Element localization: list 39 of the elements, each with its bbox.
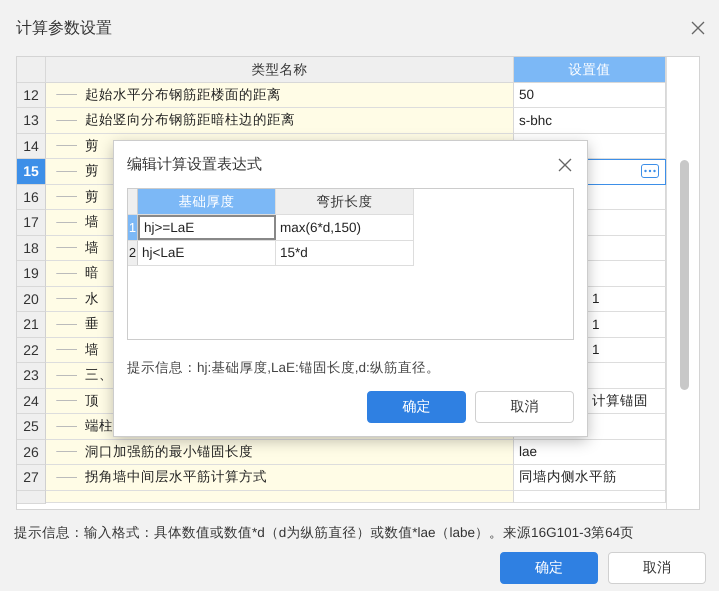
table-cell: 洞口加强筋的最小锚固长度: [46, 440, 514, 465]
close-icon[interactable]: [558, 158, 572, 172]
row-number: 24: [17, 388, 46, 414]
row-number: 13: [17, 108, 46, 134]
row-number: 2: [128, 240, 138, 265]
column-header[interactable]: 弯折长度: [276, 189, 414, 214]
table-cell: 拐角墙中间层水平筋计算方式: [46, 465, 514, 490]
row-number: 16: [17, 184, 46, 210]
row-number: 26: [17, 440, 46, 465]
cancel-button[interactable]: 取消: [608, 552, 706, 584]
ok-button[interactable]: 确定: [500, 552, 598, 584]
row-number: 12: [17, 82, 46, 108]
window-title: 计算参数设置: [16, 18, 112, 38]
row-number: 20: [17, 286, 46, 312]
table-cell: 起始水平分布钢筋距楼面的距离: [46, 82, 514, 108]
scrollbar-thumb[interactable]: [680, 160, 689, 390]
table-cell: max(6*d,150): [276, 215, 414, 240]
row-number: 23: [17, 363, 46, 388]
row-number: 15: [17, 159, 46, 184]
table-cell: 15*d: [276, 240, 414, 265]
row-number: 14: [17, 134, 46, 159]
table-cell: hj<LaE: [138, 240, 276, 265]
row-number: 18: [17, 236, 46, 261]
row-number: 27: [17, 465, 46, 490]
row-number: 17: [17, 210, 46, 236]
row-number: 22: [17, 338, 46, 363]
cancel-button[interactable]: 取消: [475, 391, 574, 423]
row-number: 1: [128, 215, 138, 240]
hint-text: 提示信息：输入格式：具体数值或数值*d（d为纵筋直径）或数值*lae（labe）。来源16G101-3第64页: [13, 524, 636, 542]
ok-button[interactable]: 确定: [367, 391, 466, 423]
input-field[interactable]: hj>=LaE: [138, 215, 276, 240]
column-header: 设置值: [514, 57, 666, 83]
close-icon[interactable]: [691, 21, 705, 35]
row-number: 25: [17, 414, 46, 440]
table-cell: 起始竖向分布钢筋距暗柱边的距离: [46, 108, 514, 134]
row-number: 19: [17, 261, 46, 286]
column-header: 类型名称: [46, 57, 514, 83]
row-number: 21: [17, 312, 46, 338]
more-icon[interactable]: [641, 164, 659, 178]
